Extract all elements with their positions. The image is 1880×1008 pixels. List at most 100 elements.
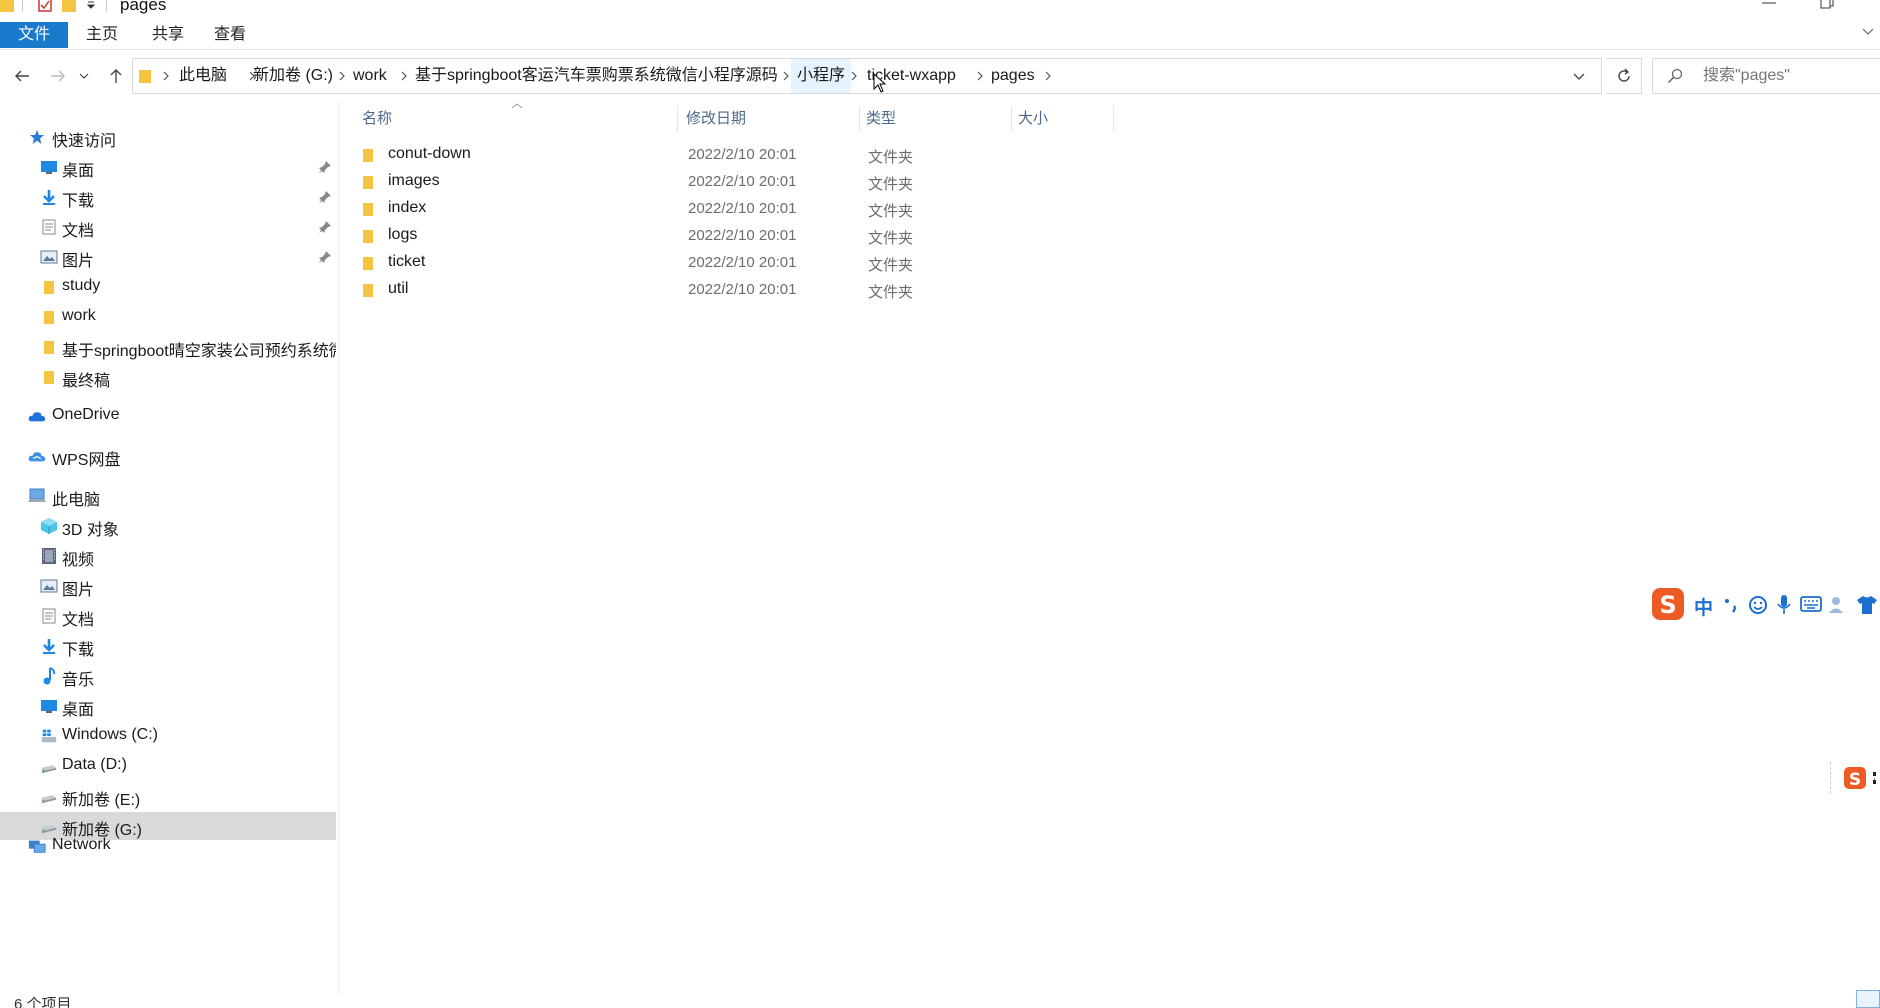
breadcrumb-this-pc[interactable]: 此电脑 [179, 59, 227, 93]
file-type: 文件夹 [868, 257, 914, 274]
pin-icon [318, 190, 332, 204]
navigation-pane: 快速访问 桌面 下载 文档 图片 study work 基于springboot晴空家装公司预… [0, 118, 336, 996]
nav-pc-item[interactable]: 桌面 [0, 692, 336, 720]
customize-dropdown-icon[interactable] [86, 0, 96, 14]
nav-item-label: Windows (C:) [62, 726, 159, 743]
chevron-right-icon[interactable] [781, 70, 791, 82]
minimize-icon[interactable] [1762, 2, 1776, 6]
nav-pc-item[interactable]: 文档 [0, 602, 336, 630]
tab-share[interactable]: 共享 [148, 22, 188, 48]
file-date: 2022/2/10 20:01 [688, 146, 797, 163]
nav-pc-item[interactable]: 视频 [0, 542, 336, 570]
address-history-dropdown-icon[interactable] [1573, 73, 1585, 81]
nav-item-label: work [62, 307, 96, 324]
chevron-right-icon[interactable] [849, 70, 859, 82]
file-row[interactable]: ticket 2022/2/10 20:01 文件夹 [356, 250, 1256, 276]
chevron-right-icon[interactable] [975, 70, 985, 82]
microphone-icon[interactable] [1776, 594, 1792, 616]
tab-home[interactable]: 主页 [82, 22, 122, 48]
punctuation-icon[interactable] [1722, 596, 1740, 614]
file-row[interactable]: util 2022/2/10 20:01 文件夹 [356, 277, 1256, 303]
column-header-type[interactable]: 类型 [864, 106, 1012, 132]
ime-mini-toolbar[interactable]: S [1830, 762, 1880, 794]
navigation-bar: 此电脑 新加卷 (G:) work 基于springboot客运汽车票购票系统微… [0, 56, 1880, 96]
chevron-right-icon[interactable] [399, 70, 409, 82]
back-button[interactable] [8, 62, 36, 90]
sogou-logo-icon[interactable]: S [1650, 586, 1686, 622]
nav-quick-item[interactable]: 桌面 [0, 153, 336, 181]
tab-file[interactable]: 文件 [0, 22, 68, 48]
skin-tshirt-icon[interactable] [1856, 595, 1878, 615]
chevron-right-icon[interactable] [337, 70, 347, 82]
nav-quick-item[interactable]: 图片 [0, 243, 336, 271]
drive-icon [40, 787, 58, 805]
nav-pc-item[interactable]: 音乐 [0, 662, 336, 690]
user-icon[interactable] [1828, 595, 1848, 615]
expand-ribbon-icon[interactable] [1862, 26, 1874, 38]
tab-view[interactable]: 查看 [210, 22, 250, 48]
nav-item-label: 桌面 [62, 163, 95, 180]
qa-divider [106, 0, 107, 12]
nav-pc-item[interactable]: 下载 [0, 632, 336, 660]
folder-icon [362, 228, 376, 244]
nav-quick-item[interactable]: 最终稿 [0, 363, 336, 391]
nav-onedrive[interactable]: OneDrive [0, 402, 336, 430]
breadcrumb-work[interactable]: work [353, 59, 387, 93]
file-row[interactable]: index 2022/2/10 20:01 文件夹 [356, 196, 1256, 222]
sogou-logo-icon[interactable]: S [1843, 766, 1867, 790]
new-folder-icon[interactable] [62, 0, 76, 14]
breadcrumb-project[interactable]: 基于springboot客运汽车票购票系统微信小程序源码 [415, 59, 778, 93]
nav-this-pc[interactable]: 此电脑 [0, 482, 336, 510]
nav-pc-item[interactable]: 图片 [0, 572, 336, 600]
nav-network[interactable]: Network [0, 832, 336, 860]
address-bar[interactable]: 此电脑 新加卷 (G:) work 基于springboot客运汽车票购票系统微… [132, 58, 1602, 94]
nav-wps-cloud[interactable]: WPS网盘 [0, 442, 336, 470]
nav-item-label: 基于springboot晴空家装公司预约系统微 [62, 343, 336, 360]
details-view-button[interactable] [1856, 990, 1880, 1008]
ime-mode-label[interactable]: 中 [1694, 593, 1713, 620]
emoji-icon[interactable] [1748, 595, 1768, 615]
recent-locations-button[interactable] [76, 62, 92, 90]
picture-icon [40, 577, 58, 595]
network-icon [28, 837, 46, 855]
folder-icon [362, 282, 376, 298]
search-box[interactable] [1652, 58, 1880, 94]
ime-toolbar[interactable]: S 中 [1650, 584, 1880, 624]
nav-quick-item[interactable]: 文档 [0, 213, 336, 241]
nav-quick-item[interactable]: 下载 [0, 183, 336, 211]
refresh-button[interactable] [1606, 58, 1642, 94]
nav-quick-access[interactable]: 快速访问 [0, 123, 336, 151]
pane-divider[interactable] [338, 100, 339, 996]
breadcrumb-drive-g[interactable]: 新加卷 (G:) [253, 59, 333, 93]
nav-pc-item[interactable]: Data (D:) [0, 752, 336, 780]
breadcrumb-pages[interactable]: pages [991, 59, 1035, 93]
back-arrow-icon [15, 70, 29, 82]
nav-item-label: 此电脑 [52, 492, 101, 509]
properties-icon[interactable] [38, 0, 52, 14]
restore-icon[interactable] [1820, 0, 1834, 10]
chevron-right-icon[interactable] [161, 70, 171, 82]
nav-quick-item[interactable]: 基于springboot晴空家装公司预约系统微 [0, 333, 336, 361]
folder-icon [362, 174, 376, 190]
nav-quick-item[interactable]: study [0, 273, 336, 301]
nav-quick-item[interactable]: work [0, 303, 336, 331]
pin-icon [318, 160, 332, 174]
breadcrumb-miniprogram[interactable]: 小程序 [791, 59, 852, 93]
keyboard-icon[interactable] [1800, 596, 1822, 612]
nav-pc-item[interactable]: Windows (C:) [0, 722, 336, 750]
forward-button[interactable] [44, 62, 72, 90]
file-row[interactable]: images 2022/2/10 20:01 文件夹 [356, 169, 1256, 195]
column-header-date[interactable]: 修改日期 [684, 106, 860, 132]
file-row[interactable]: logs 2022/2/10 20:01 文件夹 [356, 223, 1256, 249]
up-button[interactable] [102, 62, 130, 90]
file-type: 文件夹 [868, 284, 914, 301]
nav-pc-item[interactable]: 新加卷 (E:) [0, 782, 336, 810]
file-row[interactable]: conut-down 2022/2/10 20:01 文件夹 [356, 142, 1256, 168]
chevron-right-icon[interactable] [1043, 70, 1053, 82]
search-input[interactable] [1703, 65, 1880, 87]
nav-pc-item[interactable]: 3D 对象 [0, 512, 336, 540]
nav-item-label: Data (D:) [62, 756, 127, 773]
column-header-name[interactable]: 名称 [360, 106, 678, 132]
document-icon [40, 607, 58, 625]
column-header-size[interactable]: 大小 [1016, 106, 1114, 132]
